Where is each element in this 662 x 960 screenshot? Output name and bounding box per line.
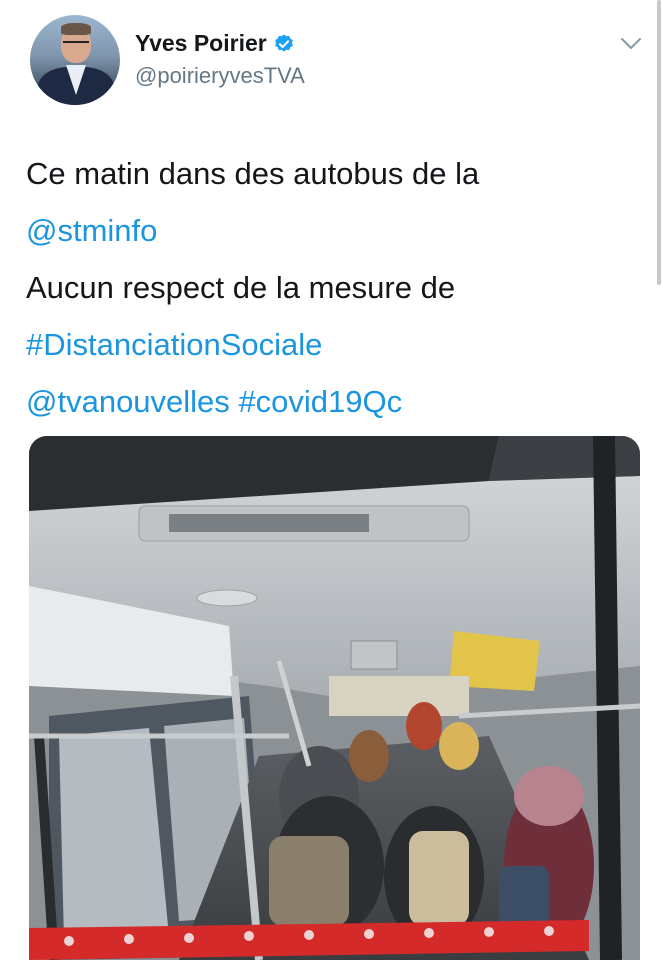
- verified-badge-icon: [274, 33, 293, 52]
- tweet-line: @tvanouvelles #covid19Qc: [26, 373, 646, 430]
- tweet-text: Ce matin dans des autobus de la @stminfo A…: [26, 145, 646, 430]
- mention-link[interactable]: @stminfo: [26, 213, 157, 248]
- avatar[interactable]: [30, 15, 120, 105]
- tweet-photo[interactable]: [29, 436, 640, 960]
- tweet-text-segment: Ce matin dans des autobus de la: [26, 156, 480, 191]
- tweet-line: @stminfo: [26, 202, 646, 259]
- author-name-row[interactable]: Yves Poirier: [135, 30, 295, 57]
- author-name[interactable]: Yves Poirier: [135, 30, 267, 57]
- tweet-line: Aucun respect de la mesure de: [26, 259, 646, 316]
- author-handle[interactable]: @poirieryvesTVA: [135, 63, 305, 89]
- chevron-down-icon[interactable]: [618, 34, 644, 54]
- hashtag-link[interactable]: #DistanciationSociale: [26, 327, 322, 362]
- hashtag-link[interactable]: #covid19Qc: [238, 384, 402, 419]
- tweet-text-segment: Aucun respect de la mesure de: [26, 270, 456, 305]
- mention-link[interactable]: @tvanouvelles: [26, 384, 230, 419]
- scrollbar[interactable]: [657, 0, 661, 285]
- tweet-line: #DistanciationSociale: [26, 316, 646, 373]
- tweet-line: Ce matin dans des autobus de la: [26, 145, 646, 202]
